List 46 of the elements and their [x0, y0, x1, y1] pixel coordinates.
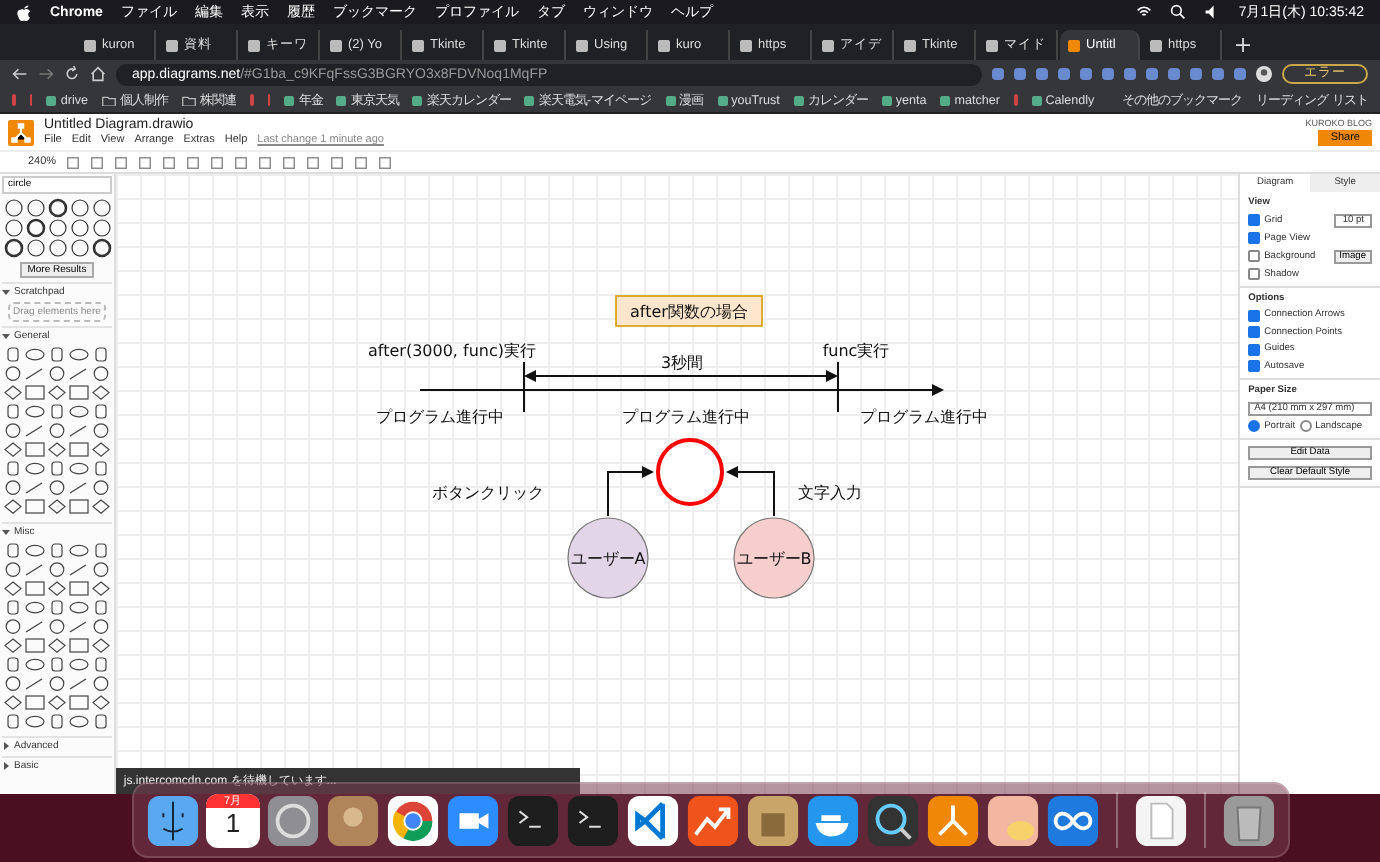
apple-logo-icon[interactable]	[16, 3, 32, 21]
connector-arrow	[725, 466, 775, 517]
checkbox[interactable]	[1248, 214, 1261, 226]
checkbox[interactable]	[1248, 268, 1261, 280]
end-marker-line	[836, 361, 839, 413]
phase-label: プログラム進行中	[621, 408, 750, 426]
start-marker-line	[522, 361, 525, 413]
shape-results-drawing[interactable]	[2, 198, 114, 258]
home-icon[interactable]	[90, 66, 106, 82]
reload-icon[interactable]	[64, 66, 80, 82]
checkbox[interactable]	[1248, 326, 1261, 338]
wifi-icon[interactable]	[1136, 4, 1153, 20]
radio-button[interactable]	[1248, 420, 1261, 432]
title-label: after関数の場合	[615, 295, 763, 327]
caret-icon	[2, 288, 10, 296]
action-label: 文字入力	[797, 484, 862, 502]
avatar-icon[interactable]	[1256, 66, 1272, 82]
user-node: ユーザーA	[567, 517, 649, 599]
search-icon[interactable]	[1170, 4, 1187, 20]
caret-icon	[2, 761, 10, 769]
flowchart-logo-icon	[8, 119, 34, 145]
folder-icon	[182, 95, 197, 105]
interval-label: 3秒間	[660, 354, 703, 372]
action-label: ボタンクリック	[431, 484, 544, 502]
caret-icon	[2, 527, 10, 535]
shape-palette-drawing[interactable]	[2, 541, 114, 731]
end-label: func実行	[822, 342, 890, 360]
radio-button[interactable]	[1299, 420, 1312, 432]
checkbox[interactable]	[1248, 309, 1261, 321]
start-label: after(3000, func)実行	[367, 342, 536, 360]
shape-palette-drawing[interactable]	[2, 346, 114, 517]
back-icon[interactable]	[12, 66, 28, 82]
user-node: ユーザーB	[733, 517, 815, 599]
folder-icon	[102, 95, 117, 105]
phase-label: プログラム進行中	[375, 408, 504, 426]
checkbox[interactable]	[1248, 343, 1261, 355]
caret-icon	[2, 332, 10, 340]
checkbox[interactable]	[1248, 250, 1261, 262]
event-circle	[655, 438, 724, 506]
forward-icon[interactable]	[38, 66, 54, 82]
checkbox[interactable]	[1248, 232, 1261, 244]
phase-label: プログラム進行中	[859, 408, 988, 426]
connector-arrow	[606, 466, 654, 517]
new-tab-icon[interactable]	[1236, 38, 1250, 52]
caret-icon	[2, 741, 10, 749]
checkbox[interactable]	[1248, 360, 1261, 372]
